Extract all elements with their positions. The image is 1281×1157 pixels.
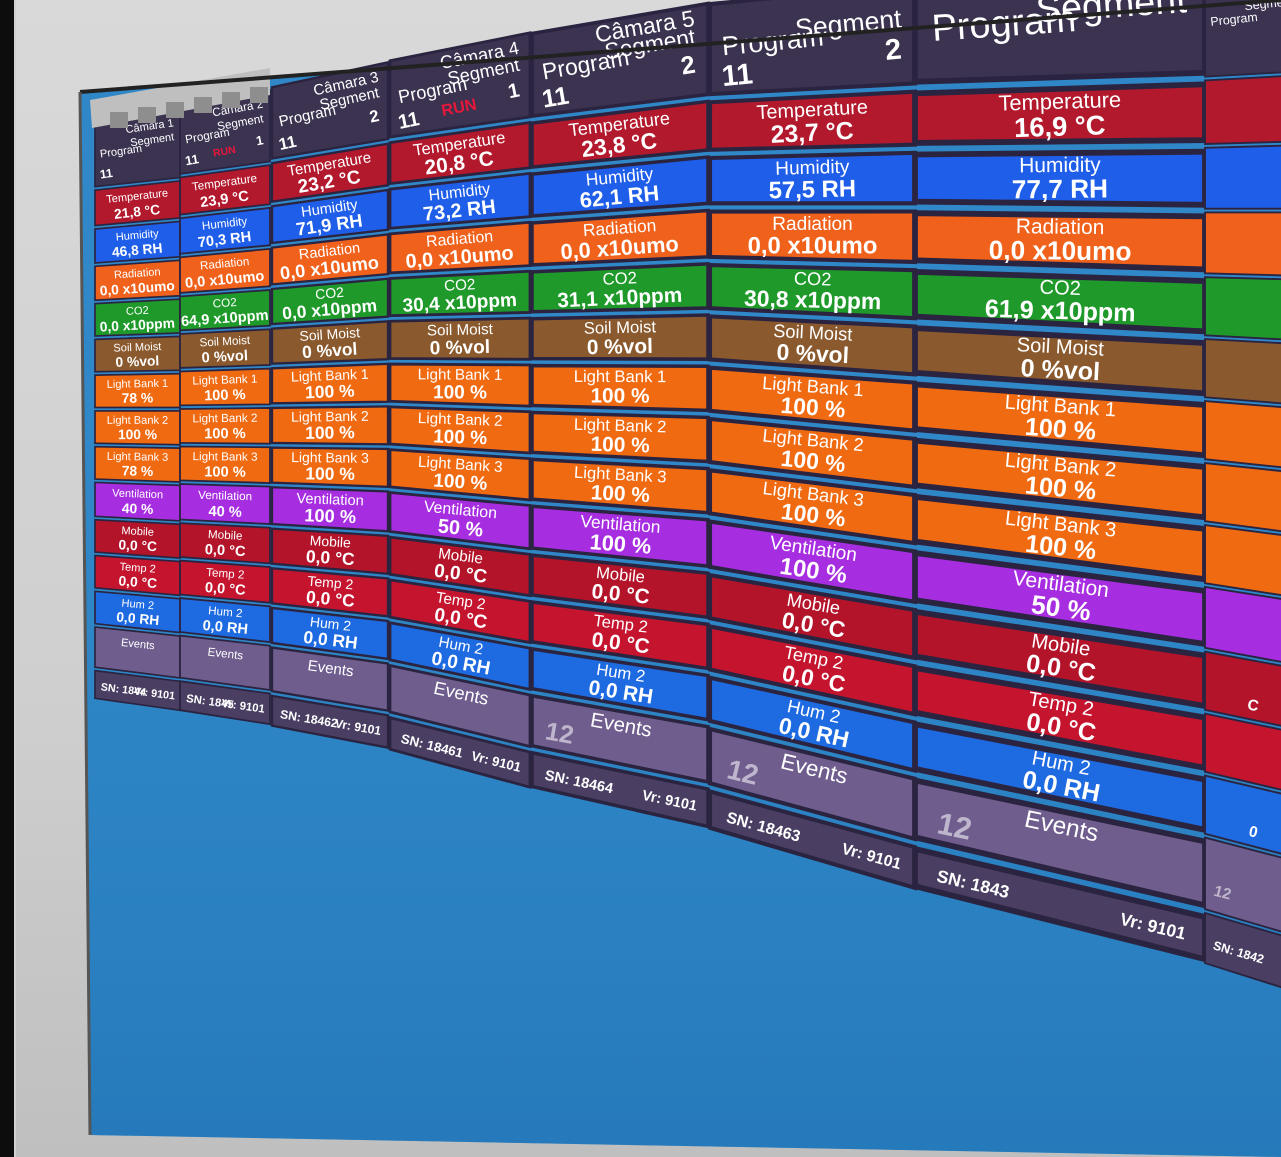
cell-label: CO2: [212, 296, 237, 311]
cell-value: 12: [543, 717, 576, 749]
cell-value: 0,0 x10umo: [989, 235, 1132, 267]
cell-value: 100 %: [590, 481, 650, 507]
program-value: 11: [540, 82, 571, 114]
cell-radiation: [1204, 211, 1281, 277]
segment-value: 2: [884, 33, 903, 67]
cell-value: 12: [934, 806, 974, 846]
cell-value: 0 %vol: [201, 348, 248, 366]
cell-value: 100 %: [305, 381, 356, 403]
cell-value: 40 %: [208, 504, 242, 521]
chamber-panel: Câmara 5Program11Segment2Temperature23,8…: [530, 1, 710, 829]
photo-left-edge: [0, 0, 14, 1157]
cell-light: [1204, 400, 1281, 469]
cell-value: 0 %vol: [301, 339, 357, 362]
toolbar-button[interactable]: [138, 107, 156, 123]
toolbar-button[interactable]: [166, 102, 184, 118]
cell-value: 61,9 x10ppm: [984, 295, 1136, 328]
cell-value: 100 %: [204, 426, 246, 442]
cell-value: 100 %: [305, 422, 355, 443]
cell-value: 78 %: [122, 462, 154, 479]
cell-value: 0,0 °C: [118, 536, 157, 554]
toolbar-button[interactable]: [250, 87, 268, 103]
cell-label: Temp 2: [206, 566, 245, 582]
cell-value: 100 %: [780, 392, 847, 423]
cell-value: 0 %vol: [115, 352, 159, 370]
cell-value: 0,0 °C: [305, 546, 355, 569]
cell-value: 0,0 x10umo: [748, 232, 878, 259]
photo-scene: Câmara 1 Program 11 Segment Temperature 21,8 …: [0, 0, 1281, 1157]
cell-value: 100 %: [590, 385, 649, 408]
program-value: 11: [184, 151, 200, 168]
cell-value: 100 %: [433, 470, 488, 494]
cell-value: 50 %: [437, 516, 484, 542]
cell-label: Light Bank 2: [107, 415, 168, 427]
cell-label: Light Bank 1: [418, 366, 503, 384]
cell-label: Light Bank 2: [192, 412, 257, 426]
cell-value: 100 %: [589, 529, 652, 559]
cell-value: 100 %: [433, 426, 488, 449]
cell-value: 57,5 RH: [768, 175, 856, 204]
cell-value: 16,9 °C: [1014, 109, 1106, 143]
cell-label: Light Bank 3: [192, 450, 257, 464]
cell-value: 100 %: [204, 464, 246, 480]
monitor-screen: Câmara 1 Program 11 Segment Temperature 21,8 …: [0, 0, 1281, 1157]
program-value: 11: [99, 166, 114, 182]
cell-soil: [1204, 338, 1281, 405]
cell-value: 100 %: [1024, 413, 1097, 446]
cell-humidity: [1204, 144, 1281, 210]
cell-label: Ventilation: [198, 489, 252, 504]
cell-label: Mobile: [208, 528, 243, 543]
toolbar-button[interactable]: [194, 97, 212, 113]
cell-light: [1204, 461, 1281, 533]
cell-value: 30,8 x10ppm: [744, 285, 882, 314]
chamber-panel: ProgramSegmentC012SN: 1842: [1204, 0, 1281, 989]
toolbar-button[interactable]: [110, 112, 128, 128]
cell-value: 0 %vol: [429, 337, 490, 359]
cell-label: Ventilation: [112, 488, 163, 502]
cell-value: 78 %: [122, 389, 154, 406]
chamber-panel: Program11Segment2Temperature23,7 °CHumid…: [707, 0, 918, 891]
chamber-panel: Câmara 4Program11Segment1RUNTemperature2…: [388, 31, 532, 790]
cell-label: Light Bank 1: [574, 367, 667, 386]
cell-value: 100 %: [305, 463, 355, 484]
cell-value: 100 %: [590, 433, 650, 458]
cell-value: 0,0 °C: [204, 542, 246, 560]
cell-label: Light Bank 1: [192, 373, 257, 388]
dashboard-screen: Câmara 1Program11SegmentTemperature21,8 …: [0, 0, 1281, 1157]
program-value: 11: [396, 108, 421, 134]
cell-value: 0 %vol: [587, 335, 653, 359]
cell-co2: [1204, 276, 1281, 341]
cell-value: 100 %: [118, 426, 157, 442]
cell-value: 100 %: [204, 387, 246, 404]
cell-value: 100 %: [304, 505, 356, 527]
cell-value: 0,0 °C: [118, 572, 158, 591]
cell-value: 0 %vol: [776, 339, 850, 369]
cell-value: 100 %: [433, 382, 487, 403]
cell-value: 40 %: [122, 500, 154, 517]
program-value: 11: [720, 57, 754, 93]
toolbar-button[interactable]: [222, 92, 240, 108]
cell-label: Soil Moist: [199, 334, 251, 350]
cell-value: 0,0 °C: [204, 580, 246, 599]
cell-value: 23,7 °C: [770, 118, 854, 149]
cell-temperature: [1204, 75, 1281, 145]
cell-value: 77,7 RH: [1012, 173, 1108, 204]
cell-value: 0,0 °C: [305, 587, 356, 611]
cell-value: 0 %vol: [1020, 354, 1101, 386]
